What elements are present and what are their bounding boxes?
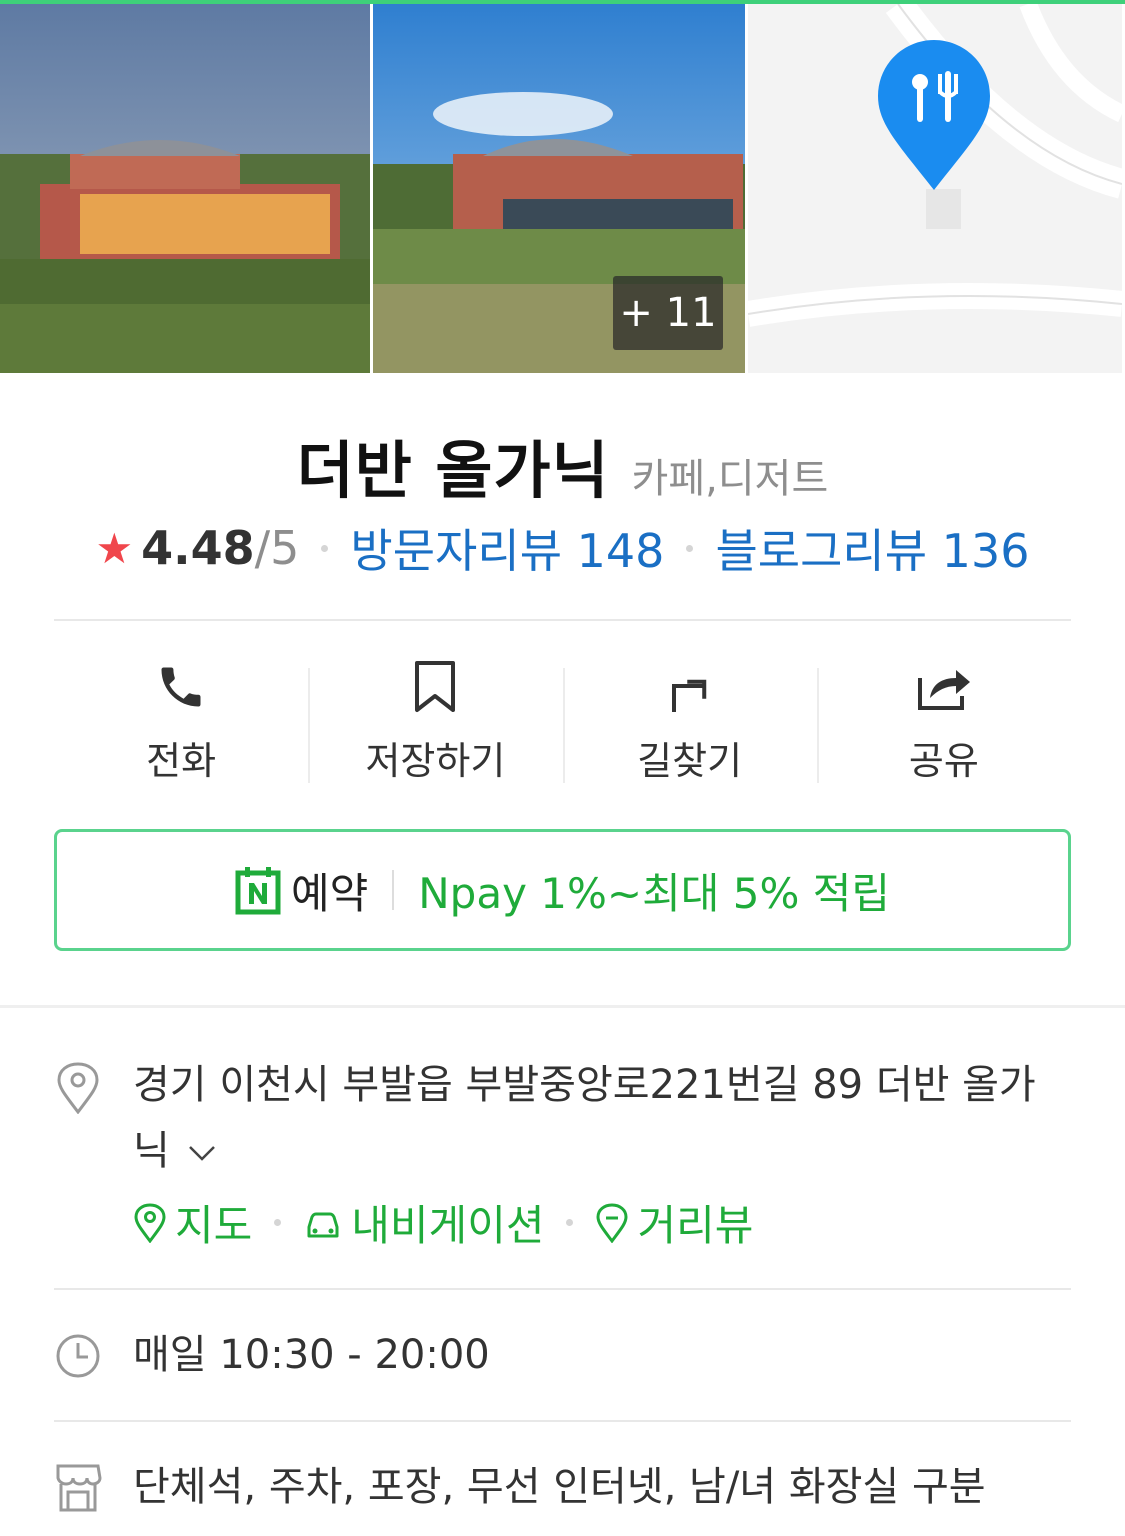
place-category: 카페,디저트	[631, 456, 829, 502]
rating-max: /5	[254, 521, 300, 575]
call-button[interactable]: 전화	[54, 660, 308, 785]
photo-thumbnail-2[interactable]: + 11	[373, 4, 748, 373]
place-title-row: 더반 올가닉 카페,디저트	[0, 420, 1125, 510]
save-button[interactable]: 저장하기	[308, 660, 562, 785]
address-text: 경기 이천시 부발읍 부발중앙로221번길 89 더반 올가닉	[133, 1062, 1036, 1174]
street-view-link[interactable]: 거리뷰	[595, 1192, 753, 1253]
action-bar: 전화 저장하기 길찾기 공유	[54, 660, 1071, 785]
navigation-link[interactable]: 내비게이션	[303, 1192, 544, 1253]
location-pin-icon	[57, 1062, 99, 1114]
street-view-pin-icon	[596, 1202, 628, 1243]
visitor-reviews-link[interactable]: 방문자리뷰 148	[350, 515, 664, 581]
booking-button[interactable]: 예약 Npay 1%~최대 5% 적립	[54, 829, 1071, 951]
map-link[interactable]: 지도	[133, 1192, 252, 1253]
divider	[54, 1420, 1071, 1422]
star-icon: ★	[95, 523, 134, 573]
rating-score: 4.48	[141, 521, 255, 575]
store-icon	[56, 1464, 102, 1512]
section-divider	[0, 1005, 1125, 1008]
save-label: 저장하기	[365, 739, 506, 783]
naver-booking-icon	[235, 867, 281, 915]
map-link-label: 지도	[175, 1201, 253, 1250]
street-view-link-label: 거리뷰	[637, 1201, 754, 1250]
amenities: 단체석, 주차, 포장, 무선 인터넷, 남/녀 화장실 구분	[133, 1464, 986, 1510]
booking-separator	[392, 870, 395, 910]
chevron-down-icon[interactable]	[186, 1137, 218, 1169]
share-label: 공유	[908, 739, 979, 783]
separator-dot	[274, 1219, 282, 1226]
map-pin-small-icon	[134, 1202, 166, 1243]
share-icon	[914, 660, 974, 714]
more-photos-badge[interactable]: + 11	[613, 276, 723, 350]
separator-dot	[566, 1219, 574, 1226]
business-hours: 매일 10:30 - 20:00	[133, 1332, 490, 1378]
directions-button[interactable]: 길찾기	[562, 660, 817, 785]
share-button[interactable]: 공유	[816, 660, 1071, 785]
rating-row: ★ 4.48 /5 방문자리뷰 148 블로그리뷰 136	[0, 515, 1125, 581]
phone-icon	[151, 660, 211, 714]
separator-dot	[321, 544, 329, 552]
directions-label: 길찾기	[637, 739, 743, 783]
blog-reviews-link[interactable]: 블로그리뷰 136	[715, 515, 1029, 581]
place-name: 더반 올가닉	[296, 434, 610, 507]
clock-icon	[56, 1334, 100, 1378]
divider	[54, 619, 1071, 621]
directions-arrow-icon	[660, 660, 720, 714]
navigation-link-label: 내비게이션	[351, 1201, 545, 1250]
map-thumbnail[interactable]	[748, 4, 1122, 373]
car-icon	[307, 1212, 339, 1237]
photo-strip: + 11	[0, 4, 1125, 373]
npay-promo: Npay 1%~최대 5% 적립	[418, 868, 890, 918]
address-block[interactable]: 경기 이천시 부발읍 부발중앙로221번길 89 더반 올가닉	[133, 1052, 1053, 1184]
bookmark-icon	[405, 660, 465, 714]
photo-thumbnail-1[interactable]	[0, 4, 373, 373]
call-label: 전화	[146, 739, 217, 783]
booking-label: 예약	[290, 868, 369, 918]
separator-dot	[686, 544, 694, 552]
address-links: 지도 내비게이션 거리뷰	[133, 1192, 753, 1253]
divider	[54, 1288, 1071, 1290]
